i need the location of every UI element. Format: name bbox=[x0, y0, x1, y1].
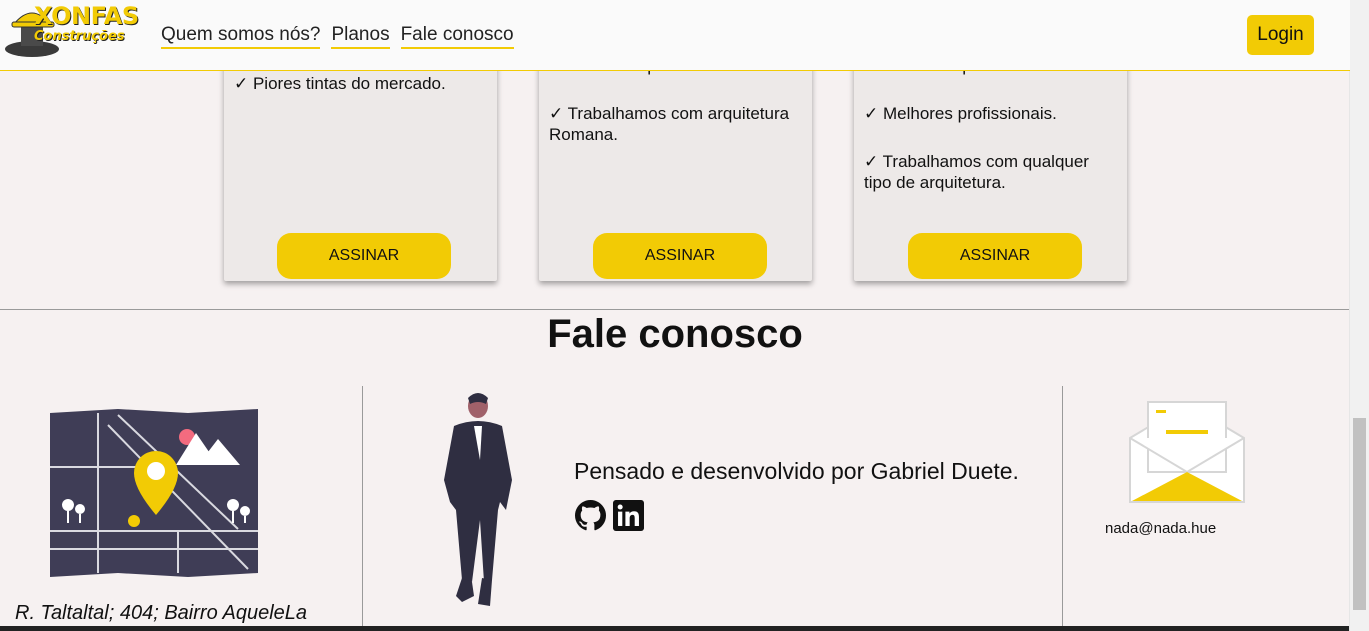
contact-title: Fale conosco bbox=[547, 312, 803, 356]
column-divider bbox=[362, 386, 363, 631]
nav-link-about[interactable]: Quem somos nós? bbox=[161, 24, 321, 49]
person-illustration bbox=[444, 393, 512, 606]
address-text: R. Taltaltal; 404; Bairro AqueleLa bbox=[15, 602, 308, 624]
bottom-bar bbox=[0, 626, 1350, 631]
linkedin-icon[interactable] bbox=[613, 500, 644, 531]
section-divider bbox=[0, 309, 1350, 310]
page-scrollbar[interactable] bbox=[1349, 0, 1369, 631]
plan-feature: ✓ Trabalhamos com arquitetura Romana. bbox=[549, 104, 790, 144]
envelope-illustration bbox=[1129, 401, 1245, 503]
logo-name: XONFAS bbox=[34, 2, 139, 30]
nav-link-plans[interactable]: Planos bbox=[331, 24, 390, 49]
login-button[interactable]: Login bbox=[1247, 15, 1314, 55]
plan-feature: ✓ Piores tintas do mercado. bbox=[234, 74, 446, 93]
site-header: XONFAS Construções Quem somos nós? Plano… bbox=[0, 0, 1350, 71]
logo-subtitle: Construções bbox=[34, 29, 125, 44]
map-pin-illustration bbox=[50, 409, 258, 577]
subscribe-button[interactable]: ASSINAR bbox=[277, 233, 451, 279]
plan-feature: ✓ Melhores profissionais. bbox=[864, 104, 1057, 123]
scrollbar-thumb[interactable] bbox=[1353, 418, 1366, 610]
plan-feature: ✓ Trabalhamos com qualquer tipo de arqui… bbox=[864, 152, 1089, 192]
github-icon[interactable] bbox=[575, 500, 606, 531]
subscribe-button[interactable]: ASSINAR bbox=[908, 233, 1082, 279]
nav-link-contact[interactable]: Fale conosco bbox=[400, 24, 514, 49]
contact-email[interactable]: nada@nada.hue bbox=[1105, 520, 1216, 537]
company-logo[interactable]: XONFAS Construções bbox=[4, 2, 150, 58]
main-nav: Quem somos nós? Planos Fale conosco bbox=[161, 24, 514, 49]
author-credit: Pensado e desenvolvido por Gabriel Duete… bbox=[574, 458, 1019, 484]
subscribe-button[interactable]: ASSINAR bbox=[593, 233, 767, 279]
column-divider bbox=[1062, 386, 1063, 631]
